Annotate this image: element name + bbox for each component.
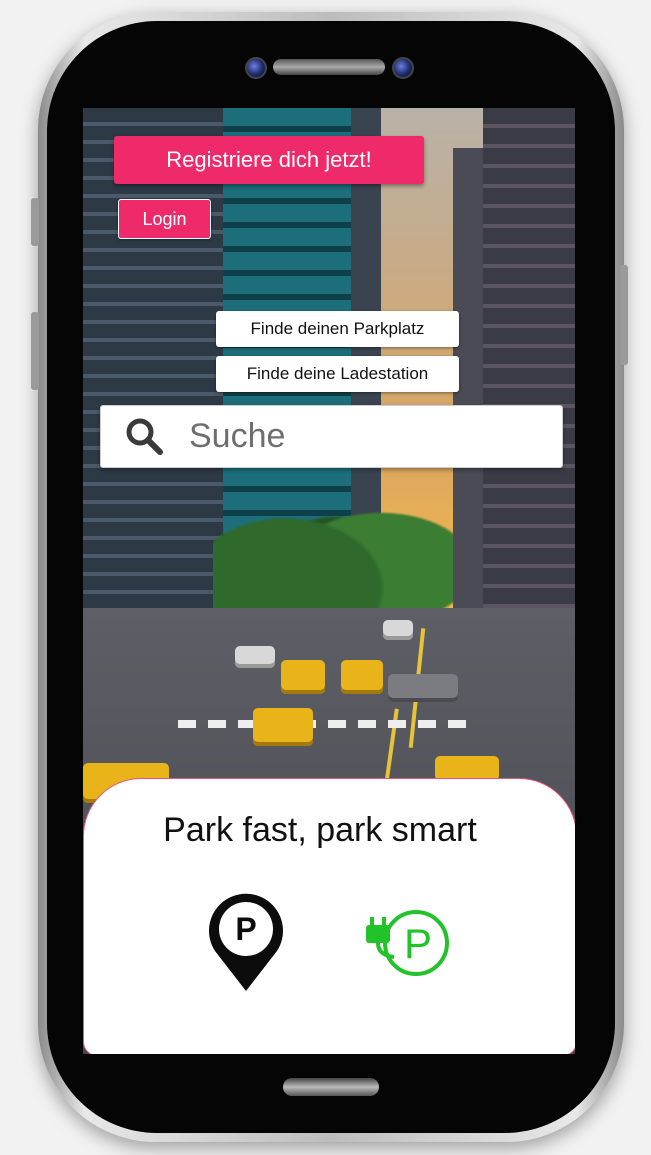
front-camera-right: [392, 57, 414, 79]
front-camera-left: [245, 57, 267, 79]
login-button[interactable]: Login: [118, 199, 211, 239]
find-parking-button[interactable]: Finde deinen Parkplatz: [216, 311, 459, 347]
taxi: [253, 708, 313, 746]
taxi: [281, 660, 325, 694]
car: [388, 674, 458, 702]
crosswalk: [178, 720, 478, 728]
ev-charging-parking-icon[interactable]: P: [364, 907, 456, 979]
svg-text:P: P: [404, 920, 432, 967]
svg-text:P: P: [235, 911, 256, 947]
search-input[interactable]: [187, 416, 551, 457]
car: [235, 646, 275, 668]
find-charging-station-button[interactable]: Finde deine Ladestation: [216, 356, 459, 392]
phone-side-button: [31, 198, 39, 246]
search-icon[interactable]: [123, 415, 167, 459]
car: [383, 620, 413, 640]
phone-side-button: [31, 312, 39, 390]
register-button[interactable]: Registriere dich jetzt!: [114, 136, 424, 184]
parking-pin-icon[interactable]: P: [205, 891, 287, 995]
app-screen: Registriere dich jetzt! Login Finde dein…: [83, 108, 575, 1054]
bottom-card: Park fast, park smart P P: [83, 778, 575, 1054]
tagline: Park fast, park smart: [163, 811, 477, 849]
phone-side-button: [620, 265, 628, 365]
earpiece-speaker: [273, 59, 385, 75]
taxi: [341, 660, 383, 694]
search-bar[interactable]: [100, 405, 563, 468]
home-button[interactable]: [283, 1078, 379, 1096]
